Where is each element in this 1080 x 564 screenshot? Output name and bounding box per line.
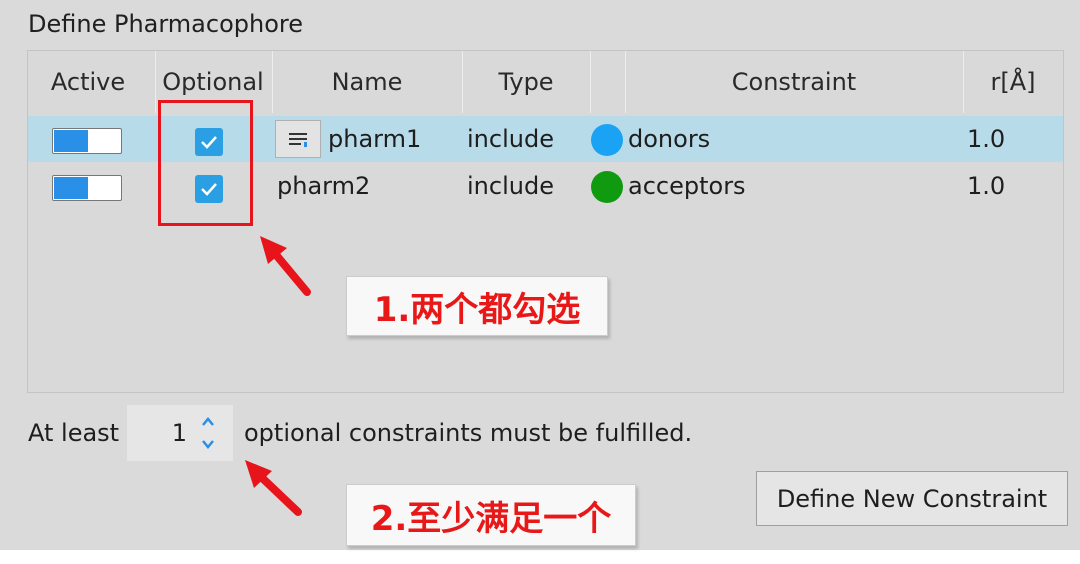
header-name[interactable]: Name — [272, 51, 462, 113]
constraint-color-dot — [591, 124, 623, 156]
row-constraint: acceptors — [628, 172, 746, 200]
row-radius: 1.0 — [967, 172, 1006, 200]
list-menu-icon — [289, 133, 307, 147]
panel-title: Define Pharmacophore — [28, 10, 304, 38]
header-divider — [590, 51, 591, 113]
spin-down-icon[interactable] — [201, 439, 215, 449]
define-pharmacophore-panel: Define Pharmacophore Active Optional Nam… — [0, 0, 1080, 550]
constraint-color-dot — [591, 171, 623, 203]
row-name: pharm2 — [277, 172, 371, 200]
row-type: include — [467, 125, 554, 153]
header-constraint[interactable]: Constraint — [625, 51, 963, 113]
header-type[interactable]: Type — [462, 51, 590, 113]
row-menu-button[interactable] — [275, 120, 321, 158]
min-optional-spinbox[interactable]: 1 — [127, 405, 233, 461]
annotation-note-2: 2.至少满足一个 — [346, 484, 636, 546]
annotation-highlight-box — [158, 100, 253, 226]
row-type: include — [467, 172, 554, 200]
annotation-note-1: 1.两个都勾选 — [346, 276, 608, 336]
active-toggle[interactable] — [52, 175, 122, 201]
row-name: pharm1 — [328, 125, 422, 153]
header-active[interactable]: Active — [28, 51, 148, 113]
header-radius[interactable]: r[Å] — [963, 51, 1063, 113]
active-toggle[interactable] — [52, 128, 122, 154]
toggle-knob — [54, 177, 88, 199]
fulfilled-label: optional constraints must be fulfilled. — [244, 419, 693, 447]
row-radius: 1.0 — [967, 125, 1006, 153]
toggle-knob — [54, 130, 88, 152]
at-least-label: At least — [28, 419, 120, 447]
define-new-constraint-button[interactable]: Define New Constraint — [756, 471, 1068, 526]
row-constraint: donors — [628, 125, 711, 153]
spinbox-value[interactable]: 1 — [127, 405, 187, 461]
spin-up-icon[interactable] — [201, 417, 215, 427]
